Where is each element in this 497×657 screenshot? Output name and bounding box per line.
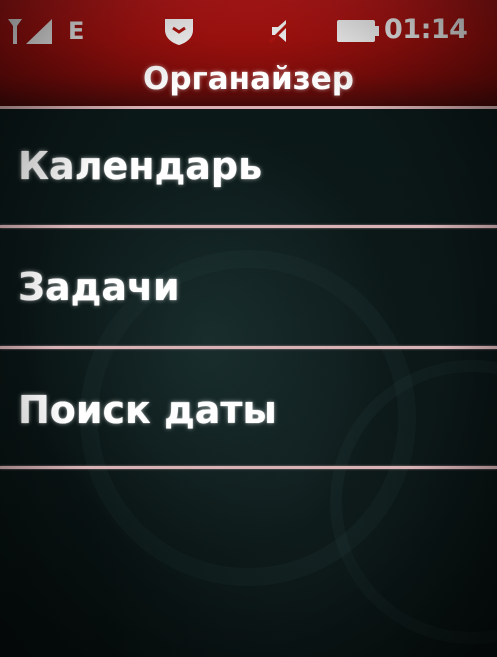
- clock-time: 01:14: [384, 14, 468, 45]
- signal-strength-icon: [8, 19, 52, 44]
- menu-item-date-search[interactable]: Поиск даты: [0, 349, 497, 465]
- menu-item-label: Поиск даты: [18, 388, 277, 432]
- edge-network-icon: E: [68, 17, 85, 45]
- menu-item-tasks[interactable]: Задачи: [0, 228, 497, 344]
- header-bar: E 01:14 Органайзер: [0, 0, 497, 108]
- page-title: Органайзер: [143, 61, 354, 97]
- shield-icon: [165, 19, 193, 45]
- organizer-screen: E 01:14 Органайзер Календарь Задачи Поис…: [0, 0, 497, 657]
- menu-item-calendar[interactable]: Календарь: [0, 109, 497, 225]
- speaker-icon: [268, 18, 294, 44]
- battery-icon: [337, 20, 379, 42]
- menu-divider: [0, 466, 497, 469]
- menu-item-label: Задачи: [18, 265, 180, 309]
- status-bar: E 01:14: [0, 10, 497, 50]
- menu-item-label: Календарь: [18, 144, 263, 188]
